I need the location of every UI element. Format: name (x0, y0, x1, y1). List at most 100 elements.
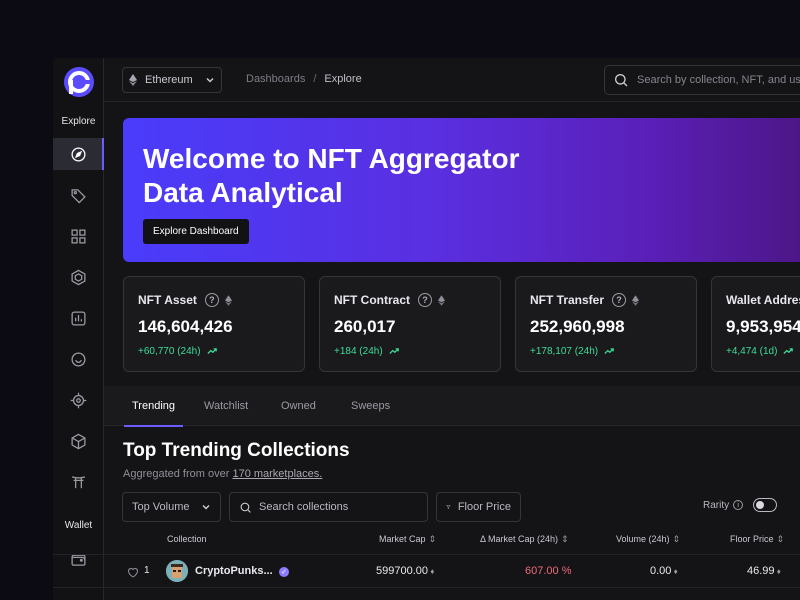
cube-icon (71, 433, 86, 449)
rarity-toggle-group: Rarity i (703, 498, 778, 512)
sidebar-item-grid[interactable] (53, 220, 104, 252)
sidebar: Explore Wallet (53, 58, 104, 600)
collection-search-input[interactable]: Search collections (229, 492, 428, 522)
section-subtitle: Aggregated from over 170 marketplaces. (123, 468, 323, 480)
help-icon[interactable]: ? (612, 293, 627, 307)
delta-market-cap-value: 607.00 % (525, 565, 572, 577)
stat-card-nft-contract[interactable]: NFT Contract? 260,017 +184 (24h) (319, 276, 501, 372)
stat-change: +4,474 (1d) (726, 346, 794, 357)
smile-icon (71, 351, 86, 367)
stat-card-nft-asset[interactable]: NFT Asset? 146,604,426 +60,770 (24h) (123, 276, 305, 372)
sidebar-item-tags[interactable] (53, 179, 104, 211)
stat-card-wallet-address[interactable]: Wallet Address 9,953,954 +4,474 (1d) (711, 276, 800, 372)
stat-label: Wallet Address (726, 293, 800, 307)
ethereum-icon (224, 294, 232, 306)
sort-icon: ⇕ (776, 534, 785, 544)
breadcrumb-dashboards[interactable]: Dashboards (246, 73, 305, 85)
tab-trending[interactable]: Trending (124, 386, 184, 427)
sidebar-item-target[interactable] (53, 384, 104, 416)
stat-value: 252,960,998 (530, 317, 625, 336)
gate-icon (71, 475, 86, 488)
search-icon (240, 502, 251, 513)
stat-change: +60,770 (24h) (138, 346, 217, 357)
stat-label: NFT Contract? (334, 293, 445, 307)
chevron-down-icon (206, 77, 214, 83)
sort-icon: ⇕ (672, 534, 681, 544)
market-cap-value: 599700.00 ♦ (376, 565, 435, 577)
tag-icon (71, 188, 86, 203)
app-logo[interactable] (63, 66, 95, 98)
chain-selector[interactable]: Ethereum (122, 67, 222, 93)
heart-icon[interactable] (127, 567, 139, 578)
sidebar-section-wallet: Wallet (64, 520, 93, 531)
hero-title-line-1: Welcome to NFT Aggregator (143, 143, 520, 174)
tab-sweeps[interactable]: Sweeps (343, 386, 398, 426)
sidebar-item-explore[interactable] (53, 138, 104, 170)
column-header-floor-price[interactable]: Floor Price ⇕ (730, 534, 784, 545)
app-window: Explore Wallet Ethereum Dashboards / Exp… (53, 58, 800, 600)
global-search-placeholder: Search by collection, NFT, and user (637, 74, 800, 86)
hexagon-icon (71, 269, 86, 285)
column-header-delta-market-cap[interactable]: Δ Market Cap (24h) ⇕ (480, 534, 569, 545)
top-volume-dropdown[interactable]: Top Volume (122, 492, 221, 522)
top-bar: Ethereum Dashboards / Explore Search by co… (104, 58, 800, 102)
info-icon[interactable]: i (733, 500, 744, 510)
collection-tabs: Trending Watchlist Owned Sweeps (104, 386, 800, 427)
hero-banner: Welcome to NFT Aggregator Data Analytica… (123, 118, 800, 262)
help-icon[interactable]: ? (204, 293, 219, 307)
table-row[interactable]: 1 CryptoPunks... ✓ 599700.00 ♦ 607.00 % … (53, 554, 800, 588)
floor-price-filter[interactable]: Floor Price (436, 492, 521, 522)
help-icon[interactable]: ? (418, 293, 432, 307)
chain-selector-label: Ethereum (145, 74, 193, 86)
breadcrumb: Dashboards / Explore (246, 73, 362, 85)
search-icon (615, 74, 628, 87)
chart-icon (71, 310, 86, 326)
column-header-collection: Collection (167, 534, 207, 544)
ethereum-icon (438, 294, 445, 306)
collection-name[interactable]: CryptoPunks... (195, 565, 273, 577)
hero-title: Welcome to NFT Aggregator Data Analytica… (143, 142, 603, 210)
stat-label: NFT Asset? (138, 293, 232, 307)
explore-dashboard-button[interactable]: Explore Dashboard (143, 219, 249, 244)
target-icon (70, 392, 87, 408)
hero-title-line-2: Data Analytical (143, 177, 343, 208)
column-header-market-cap[interactable]: Market Cap ⇕ (379, 534, 436, 545)
sidebar-item-gate[interactable] (53, 466, 104, 498)
rank: 1 (144, 565, 150, 576)
avatar (166, 560, 188, 582)
ethereum-icon (129, 74, 137, 86)
breadcrumb-explore: Explore (324, 73, 362, 85)
sidebar-item-cube[interactable] (53, 425, 104, 457)
sidebar-item-social[interactable] (53, 343, 104, 375)
stat-value: 260,017 (334, 317, 396, 336)
chevron-down-icon (202, 504, 210, 510)
stat-label: NFT Transfer? (530, 293, 640, 307)
global-search-input[interactable]: Search by collection, NFT, and user (604, 65, 800, 95)
tab-owned[interactable]: Owned (273, 386, 324, 426)
floor-price-value: 46.99 ♦ (747, 565, 781, 577)
punk-avatar-icon (166, 560, 188, 582)
sort-icon: ⇕ (561, 534, 569, 544)
rarity-toggle[interactable] (753, 498, 778, 512)
volume-value: 0.00 ♦ (650, 565, 678, 577)
trend-up-icon (604, 348, 614, 355)
sidebar-item-analytics[interactable] (53, 302, 104, 334)
tab-watchlist[interactable]: Watchlist (196, 386, 256, 426)
stat-change: +178,107 (24h) (530, 346, 614, 357)
section-title: Top Trending Collections (123, 440, 350, 461)
compass-icon (71, 146, 86, 162)
sidebar-item-hexagon[interactable] (53, 261, 104, 293)
sidebar-section-explore: Explore (61, 116, 96, 127)
trend-up-icon (389, 348, 399, 355)
column-header-volume[interactable]: Volume (24h) ⇕ (616, 534, 680, 545)
grid-icon (71, 228, 86, 244)
stat-card-nft-transfer[interactable]: NFT Transfer? 252,960,998 +178,107 (24h) (515, 276, 697, 372)
filter-icon (446, 505, 451, 509)
trend-up-icon (783, 348, 794, 355)
verified-badge-icon: ✓ (279, 567, 289, 577)
stat-change: +184 (24h) (334, 346, 399, 357)
ethereum-icon (632, 294, 640, 306)
stat-value: 146,604,426 (138, 317, 233, 336)
marketplaces-link[interactable]: 170 marketplaces. (232, 468, 322, 480)
stat-value: 9,953,954 (726, 317, 800, 336)
